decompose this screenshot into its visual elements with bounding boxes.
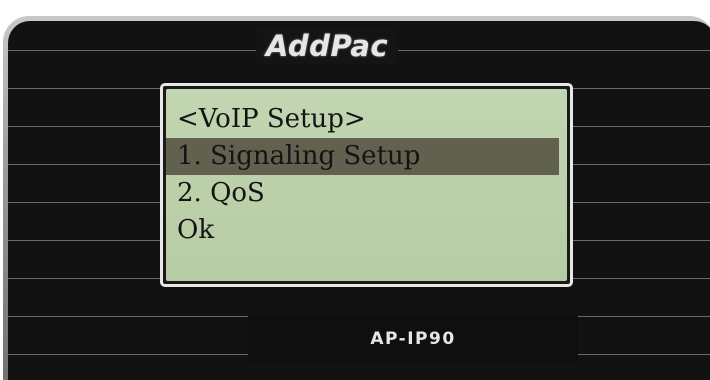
stage: AddPac <VoIP Setup> 1. Signaling Setup 2…: [0, 0, 710, 380]
menu-item-qos[interactable]: 2. QoS: [166, 175, 559, 212]
softkey-ok[interactable]: Ok: [166, 212, 559, 249]
model-label-strip: AP-IP90: [248, 314, 578, 364]
lcd-menu-title: <VoIP Setup>: [177, 104, 366, 134]
menu-item-signaling-setup[interactable]: 1. Signaling Setup: [166, 138, 559, 175]
phone-device: AddPac <VoIP Setup> 1. Signaling Setup 2…: [3, 16, 710, 380]
brand-area: AddPac: [8, 25, 710, 67]
front-panel: AddPac <VoIP Setup> 1. Signaling Setup 2…: [8, 21, 710, 380]
model-label: AP-IP90: [370, 329, 456, 349]
brand-logo: AddPac: [255, 27, 399, 65]
lcd-frame: <VoIP Setup> 1. Signaling Setup 2. QoS O…: [160, 83, 573, 287]
lcd-screen: <VoIP Setup> 1. Signaling Setup 2. QoS O…: [166, 89, 567, 281]
